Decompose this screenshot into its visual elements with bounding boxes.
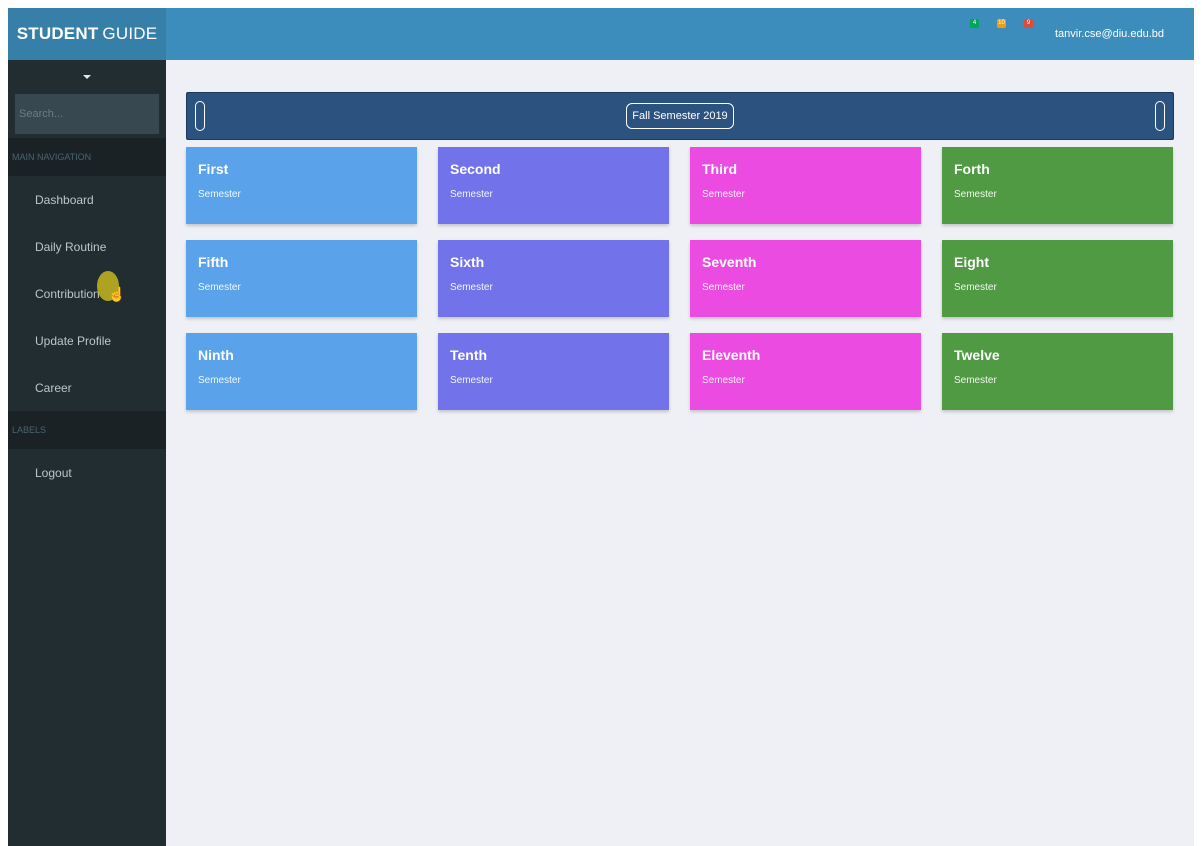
app-window: STUDENT GUIDE MAIN NAVIGATION Dashboard … [8, 8, 1194, 846]
main-navigation-header: MAIN NAVIGATION [8, 138, 166, 176]
card-subtitle: Semester [198, 189, 241, 200]
sidebar-item-update-profile[interactable]: Update Profile [8, 317, 166, 364]
sidebar-item-career[interactable]: Career [8, 364, 166, 411]
sidebar-search [8, 90, 166, 138]
messages-icon[interactable]: 4 [969, 18, 979, 28]
sidebar: STUDENT GUIDE MAIN NAVIGATION Dashboard … [8, 8, 166, 846]
hand-cursor-icon: ☝ [108, 286, 126, 302]
card-title: Third [702, 161, 737, 177]
semester-card-forth[interactable]: Forth Semester [942, 147, 1173, 224]
semester-card-third[interactable]: Third Semester [690, 147, 921, 224]
semester-card-second[interactable]: Second Semester [438, 147, 669, 224]
sidebar-item-label: Dashboard [35, 192, 94, 207]
card-subtitle: Semester [450, 375, 493, 386]
semester-card-eleventh[interactable]: Eleventh Semester [690, 333, 921, 410]
semester-card-ninth[interactable]: Ninth Semester [186, 333, 417, 410]
semester-card-eight[interactable]: Eight Semester [942, 240, 1173, 317]
content: Fall Semester 2019 First Semester Second… [166, 60, 1194, 410]
tasks-icon[interactable]: 9 [1023, 18, 1033, 28]
card-subtitle: Semester [450, 189, 493, 200]
user-panel-toggle[interactable] [8, 60, 166, 90]
sidebar-item-label: Contribution [35, 286, 100, 301]
search-input[interactable] [15, 94, 159, 134]
semester-card-fifth[interactable]: Fifth Semester [186, 240, 417, 317]
semester-card-twelve[interactable]: Twelve Semester [942, 333, 1173, 410]
semester-select-button[interactable]: Fall Semester 2019 [626, 103, 734, 129]
sidebar-item-label: Daily Routine [35, 239, 107, 254]
card-subtitle: Semester [954, 375, 997, 386]
semester-card-sixth[interactable]: Sixth Semester [438, 240, 669, 317]
top-navbar: 4 10 9 tanvir.cse@diu.edu.bd [166, 8, 1194, 60]
user-email-menu[interactable]: tanvir.cse@diu.edu.bd [1055, 28, 1164, 40]
card-title: Fifth [198, 254, 229, 270]
brand-light: GUIDE [102, 24, 158, 43]
caret-down-icon [83, 75, 91, 79]
card-subtitle: Semester [702, 375, 745, 386]
sidebar-item-label: Logout [35, 465, 72, 480]
card-title: Ninth [198, 347, 234, 363]
semester-card-seventh[interactable]: Seventh Semester [690, 240, 921, 317]
sidebar-item-logout[interactable]: Logout [8, 449, 166, 496]
brand-logo[interactable]: STUDENT GUIDE [8, 8, 166, 60]
card-subtitle: Semester [702, 189, 745, 200]
semester-grid: First Semester Second Semester Third Sem… [186, 147, 1174, 410]
semester-carousel: Fall Semester 2019 [186, 92, 1174, 140]
card-title: Seventh [702, 254, 757, 270]
sidebar-item-daily-routine[interactable]: Daily Routine [8, 223, 166, 270]
previous-semester-arrow-icon[interactable] [195, 101, 205, 131]
card-title: Eleventh [702, 347, 761, 363]
notifications-icon[interactable]: 10 [996, 18, 1006, 28]
sidebar-item-dashboard[interactable]: Dashboard [8, 176, 166, 223]
card-title: Tenth [450, 347, 488, 363]
labels-header: LABELS [8, 411, 166, 449]
card-subtitle: Semester [450, 282, 493, 293]
semester-card-first[interactable]: First Semester [186, 147, 417, 224]
brand-bold: STUDENT [16, 24, 99, 43]
card-title: Second [450, 161, 501, 177]
sidebar-item-contribution[interactable]: Contribution [8, 270, 166, 317]
card-title: Sixth [450, 254, 485, 270]
sidebar-item-label: Update Profile [35, 333, 112, 348]
card-subtitle: Semester [198, 282, 241, 293]
card-title: Twelve [954, 347, 1000, 363]
card-subtitle: Semester [954, 189, 997, 200]
semester-card-tenth[interactable]: Tenth Semester [438, 333, 669, 410]
card-subtitle: Semester [702, 282, 745, 293]
card-title: Forth [954, 161, 990, 177]
main-area: 4 10 9 tanvir.cse@diu.edu.bd Fall Semest… [166, 8, 1194, 846]
sidebar-item-label: Career [35, 380, 72, 395]
card-title: Eight [954, 254, 989, 270]
next-semester-arrow-icon[interactable] [1155, 101, 1165, 131]
card-subtitle: Semester [198, 375, 241, 386]
card-title: First [198, 161, 229, 177]
card-subtitle: Semester [954, 282, 997, 293]
